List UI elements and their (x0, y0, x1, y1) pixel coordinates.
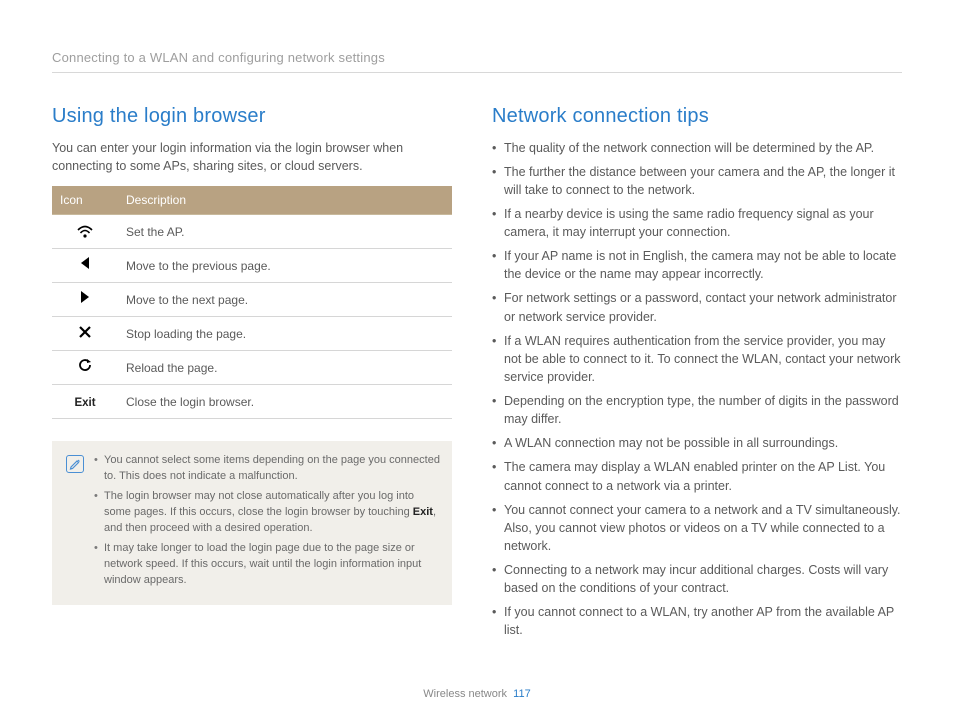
tip-item: A WLAN connection may not be possible in… (492, 434, 902, 452)
tip-item: The camera may display a WLAN enabled pr… (492, 458, 902, 494)
login-browser-heading: Using the login browser (52, 101, 452, 131)
forward-icon (52, 283, 118, 317)
tip-item: If a WLAN requires authentication from t… (492, 332, 902, 386)
tips-list: The quality of the network connection wi… (492, 139, 902, 640)
row-desc: Stop loading the page. (118, 317, 452, 351)
page-footer: Wireless network 117 (0, 686, 954, 703)
table-row: Stop loading the page. (52, 317, 452, 351)
two-column-layout: Using the login browser You can enter yo… (52, 101, 902, 646)
wifi-icon (52, 215, 118, 249)
note-item: You cannot select some items depending o… (94, 453, 440, 485)
breadcrumb: Connecting to a WLAN and configuring net… (52, 48, 902, 68)
back-icon (52, 249, 118, 283)
page-number: 117 (513, 688, 531, 700)
th-icon: Icon (52, 186, 118, 215)
tip-item: The quality of the network connection wi… (492, 139, 902, 157)
exit-label: Exit (52, 385, 118, 419)
note-item: It may take longer to load the login pag… (94, 541, 440, 589)
tip-item: If a nearby device is using the same rad… (492, 205, 902, 241)
note-box: You cannot select some items depending o… (52, 441, 452, 605)
table-row: Move to the next page. (52, 283, 452, 317)
row-desc: Reload the page. (118, 351, 452, 385)
note-icon (66, 455, 84, 473)
row-desc: Move to the next page. (118, 283, 452, 317)
right-column: Network connection tips The quality of t… (492, 101, 902, 646)
tip-item: If your AP name is not in English, the c… (492, 247, 902, 283)
stop-icon (52, 317, 118, 351)
exit-inline: Exit (413, 506, 433, 518)
tip-item: Depending on the encryption type, the nu… (492, 392, 902, 428)
table-row: Exit Close the login browser. (52, 385, 452, 419)
reload-icon (52, 351, 118, 385)
note-text: The login browser may not close automati… (104, 490, 414, 518)
tip-item: If you cannot connect to a WLAN, try ano… (492, 603, 902, 639)
tip-item: You cannot connect your camera to a netw… (492, 501, 902, 555)
note-item: The login browser may not close automati… (94, 489, 440, 537)
table-row: Move to the previous page. (52, 249, 452, 283)
icon-description-table: Icon Description Set the AP. Move to the… (52, 186, 452, 419)
login-browser-intro: You can enter your login information via… (52, 139, 452, 177)
network-tips-heading: Network connection tips (492, 101, 902, 131)
th-description: Description (118, 186, 452, 215)
note-list: You cannot select some items depending o… (94, 453, 440, 593)
table-row: Set the AP. (52, 215, 452, 249)
row-desc: Set the AP. (118, 215, 452, 249)
row-desc: Move to the previous page. (118, 249, 452, 283)
divider (52, 72, 902, 73)
left-column: Using the login browser You can enter yo… (52, 101, 452, 646)
row-desc: Close the login browser. (118, 385, 452, 419)
tip-item: For network settings or a password, cont… (492, 289, 902, 325)
tip-item: Connecting to a network may incur additi… (492, 561, 902, 597)
tip-item: The further the distance between your ca… (492, 163, 902, 199)
footer-section: Wireless network (423, 688, 507, 700)
table-row: Reload the page. (52, 351, 452, 385)
